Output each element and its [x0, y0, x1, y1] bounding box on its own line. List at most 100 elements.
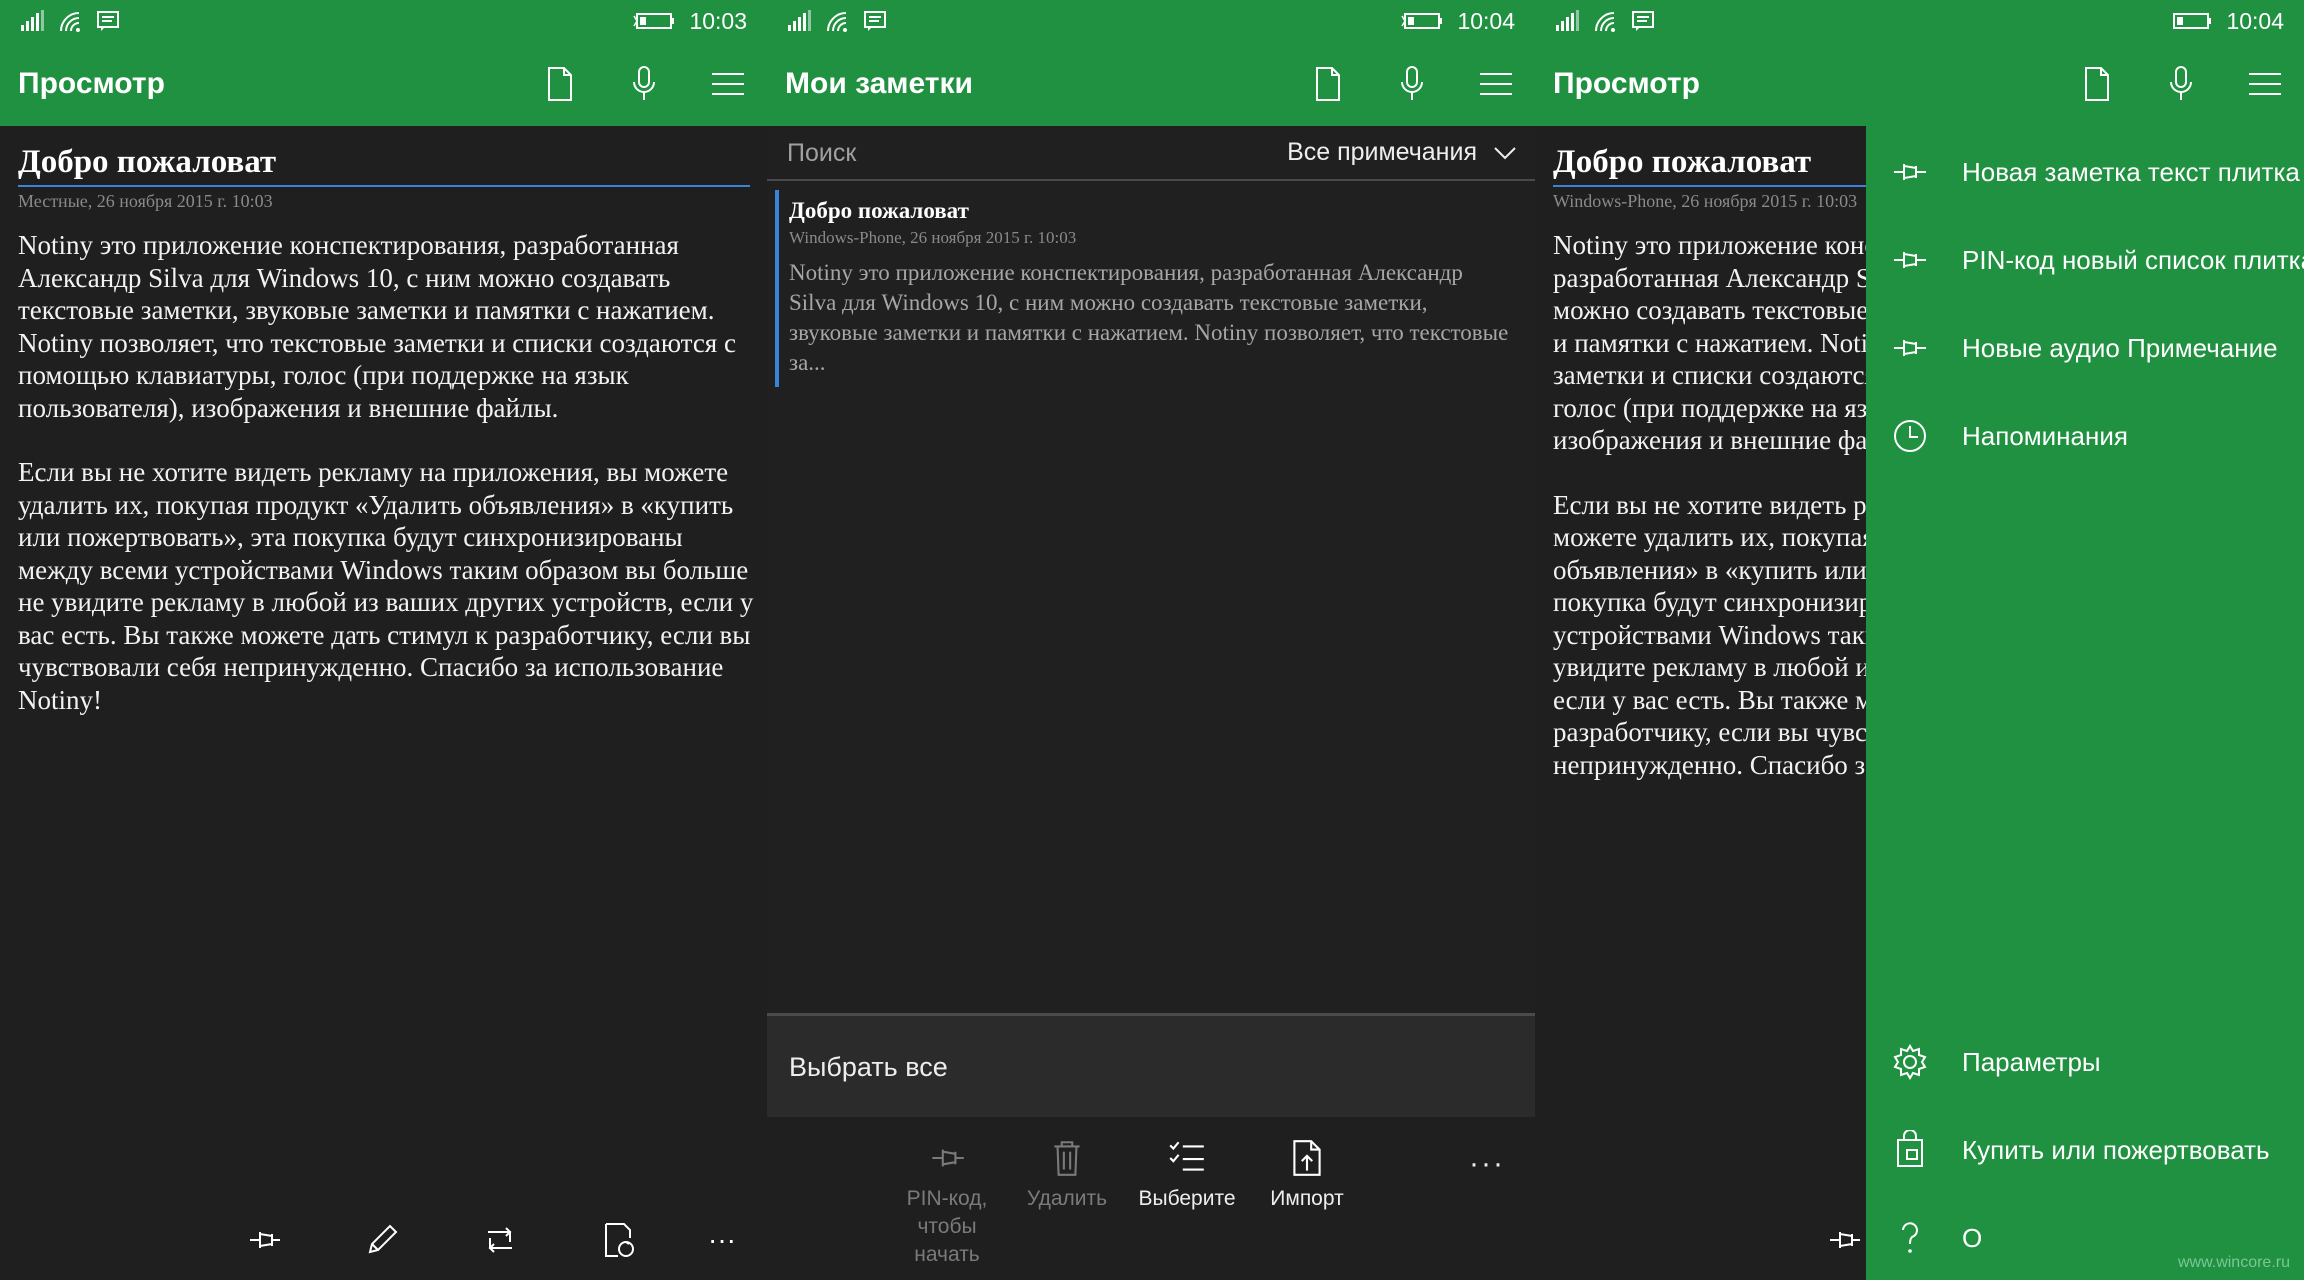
- wifi-icon: [827, 12, 847, 32]
- select-label: Выберите: [1138, 1187, 1236, 1210]
- status-time: 10:03: [689, 7, 747, 34]
- signal-icon: [21, 10, 44, 31]
- select-all-bar[interactable]: Выбрать все: [767, 1013, 1535, 1117]
- delete-button[interactable]: Удалить: [1011, 1137, 1123, 1213]
- battery-icon: [1401, 13, 1443, 29]
- sync-note-button[interactable]: [559, 1200, 677, 1280]
- menu-item-new-text-tile[interactable]: Новая заметка текст плитка: [1866, 128, 2304, 216]
- more-button[interactable]: ···: [677, 1200, 767, 1280]
- import-label: Импорт: [1270, 1187, 1344, 1210]
- select-all-label: Выбрать все: [789, 1052, 948, 1082]
- new-note-button[interactable]: [535, 62, 585, 106]
- status-bar: 10:03: [0, 0, 767, 42]
- menu-item-label: О: [1962, 1222, 1983, 1253]
- app-header: Просмотр: [0, 42, 767, 126]
- app-header: Мои заметки: [767, 42, 1535, 126]
- store-lock-icon: [1897, 1130, 1923, 1167]
- note-paragraph: Notiny это приложение конспектирования, …: [18, 230, 736, 423]
- menu-button[interactable]: [703, 62, 753, 106]
- select-button[interactable]: Выберите: [1131, 1137, 1243, 1213]
- note-body[interactable]: Notiny это приложение конспектирования, …: [18, 229, 754, 748]
- signal-icon: [788, 10, 811, 31]
- page-title: Мои заметки: [785, 67, 973, 100]
- message-icon: [97, 11, 119, 31]
- document-icon: [548, 67, 572, 101]
- message-icon: [864, 11, 886, 31]
- menu-item-label: Напоминания: [1962, 420, 2128, 451]
- new-audio-button[interactable]: [619, 62, 669, 106]
- battery-icon: [2173, 13, 2212, 29]
- hamburger-icon: [1480, 73, 1512, 95]
- search-row: Все примечания: [767, 126, 1535, 181]
- note-paragraph: Если вы не хотите видеть рекламу на прил…: [18, 457, 754, 715]
- edit-button[interactable]: [323, 1200, 441, 1280]
- new-audio-button[interactable]: [1387, 62, 1437, 106]
- screen-my-notes: 10:04 Мои заметки Все примечания Добро п…: [767, 0, 1535, 1280]
- menu-item-label: PIN-код новый список плитка: [1962, 244, 2304, 275]
- menu-item-reminders[interactable]: Напоминания: [1866, 392, 2304, 480]
- page-title: Просмотр: [18, 67, 165, 100]
- signal-icon: [1556, 10, 1579, 31]
- list-item-meta: Windows-Phone, 26 ноября 2015 г. 10:03: [789, 228, 1077, 247]
- import-button[interactable]: Импорт: [1251, 1137, 1363, 1213]
- microphone-icon: [1401, 66, 1423, 100]
- document-icon: [2085, 67, 2109, 101]
- status-time: 10:04: [2226, 7, 2284, 34]
- new-note-button[interactable]: [1303, 62, 1353, 106]
- more-button[interactable]: ···: [1469, 1147, 1505, 1181]
- pin-icon: [1830, 1232, 1860, 1248]
- menu-item-settings[interactable]: Параметры: [1866, 1018, 2304, 1106]
- import-document-icon: [1293, 1140, 1321, 1176]
- question-icon: [1902, 1222, 1918, 1253]
- pin-icon: [1894, 164, 1926, 180]
- wifi-icon: [60, 12, 80, 32]
- navigation-pane: Новая заметка текст плитка PIN-код новый…: [1866, 126, 2304, 1280]
- menu-item-label: Параметры: [1962, 1046, 2101, 1077]
- clock-icon: [1894, 420, 1926, 452]
- pin-icon: [932, 1149, 964, 1167]
- microphone-icon: [2170, 66, 2192, 100]
- pin-to-start-label: PIN-код, чтобы начать: [906, 1187, 988, 1266]
- more-icon: ···: [708, 1224, 736, 1255]
- pin-to-start-button[interactable]: PIN-код, чтобы начать: [891, 1137, 1003, 1269]
- new-note-button[interactable]: [2072, 62, 2122, 106]
- checklist-icon: [1169, 1141, 1204, 1171]
- watermark: www.wincore.ru: [2177, 1254, 2290, 1271]
- status-bar: 10:04: [1535, 0, 2304, 42]
- wifi-icon: [1595, 12, 1615, 32]
- pin-icon: [1894, 340, 1926, 356]
- list-item-title: Добро пожаловат: [789, 198, 969, 223]
- note-meta: Windows-Phone, 26 ноября 2015 г. 10:03: [1553, 191, 1858, 211]
- delete-label: Удалить: [1026, 1187, 1108, 1210]
- note-title[interactable]: Добро пожаловат: [18, 144, 750, 187]
- status-bar: 10:04: [767, 0, 1535, 42]
- document-icon: [1316, 67, 1340, 101]
- menu-item-new-audio[interactable]: Новые аудио Примечание: [1866, 304, 2304, 392]
- list-item-preview: Notiny это приложение конспектирования, …: [789, 260, 1509, 375]
- filter-value: Все примечания: [1287, 138, 1477, 166]
- new-audio-button[interactable]: [2156, 62, 2206, 106]
- hamburger-icon: [2249, 73, 2281, 95]
- battery-icon: [633, 13, 675, 29]
- pencil-icon: [368, 1224, 398, 1254]
- menu-item-pin-new-list[interactable]: PIN-код новый список плитка: [1866, 216, 2304, 304]
- rotate-icon: [488, 1227, 512, 1253]
- document-sync-icon: [605, 1223, 634, 1257]
- menu-item-buy-or-donate[interactable]: Купить или пожертвовать: [1866, 1106, 2304, 1194]
- pin-button[interactable]: [205, 1200, 323, 1280]
- gear-icon: [1893, 1044, 1927, 1080]
- rotate-button[interactable]: [441, 1200, 559, 1280]
- command-bar: PIN-код, чтобы начать Удалить Выберите И…: [767, 1117, 1535, 1280]
- filter-dropdown[interactable]: Все примечания: [1287, 138, 1517, 167]
- menu-button[interactable]: [1471, 62, 1521, 106]
- page-title: Просмотр: [1553, 67, 1700, 100]
- app-bar: ···: [205, 1200, 767, 1280]
- microphone-icon: [633, 66, 655, 100]
- note-list-item[interactable]: Добро пожаловат Windows-Phone, 26 ноября…: [775, 190, 1525, 387]
- menu-button[interactable]: [2240, 62, 2290, 106]
- search-input[interactable]: [787, 136, 1067, 170]
- note-meta: Местные, 26 ноября 2015 г. 10:03: [18, 191, 273, 211]
- menu-item-label: Новые аудио Примечание: [1962, 332, 2278, 363]
- trash-icon: [1054, 1141, 1080, 1176]
- app-header: Просмотр: [1535, 42, 2304, 126]
